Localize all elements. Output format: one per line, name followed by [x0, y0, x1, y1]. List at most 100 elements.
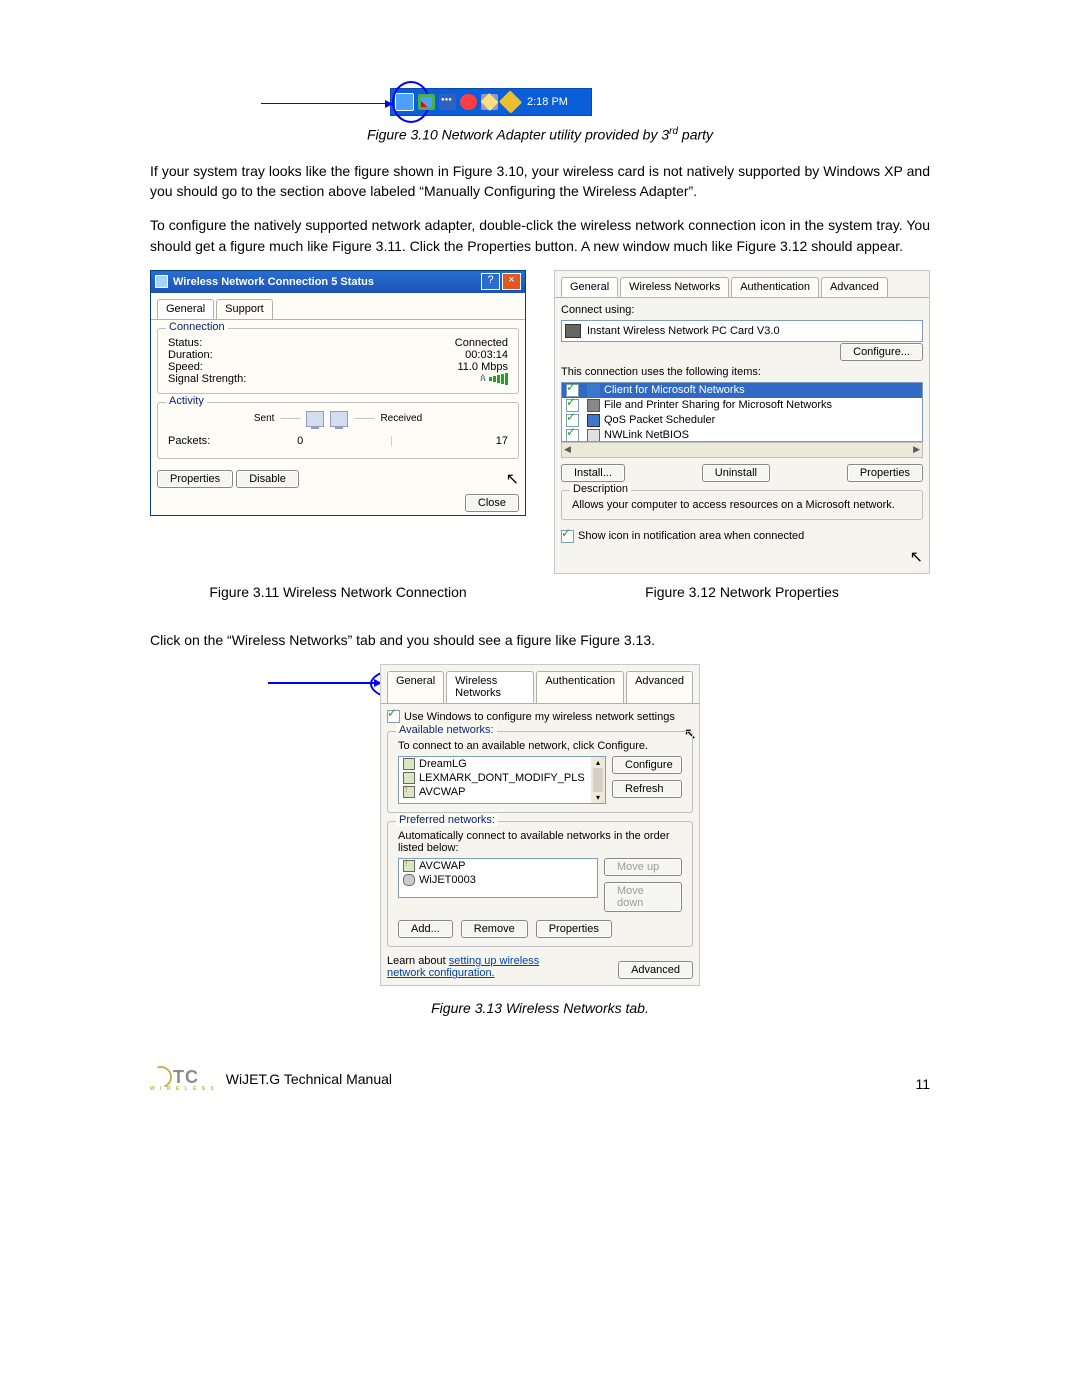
available-networks-list[interactable]: DreamLG LEXMARK_DONT_MODIFY_PLS AVCWAP ▴…	[398, 756, 606, 804]
received-label: Received	[380, 413, 422, 424]
signal-strength-icon: ጰ	[480, 373, 508, 385]
secure-antenna-icon	[403, 860, 415, 872]
packets-received: 17	[458, 435, 508, 447]
list-item: LEXMARK_DONT_MODIFY_PLS	[399, 771, 605, 785]
uninstall-button[interactable]: Uninstall	[702, 464, 770, 482]
scrollbar[interactable]: ◀▶	[561, 442, 923, 458]
paragraph: If your system tray looks like the figur…	[150, 161, 930, 202]
list-item: AVCWAP	[399, 785, 605, 799]
available-networks-label: Available networks:	[396, 724, 497, 736]
group-activity-label: Activity	[166, 395, 207, 407]
app-icon	[155, 275, 168, 288]
configure-button[interactable]: Configure...	[840, 343, 923, 361]
figure-3-13-window: General Wireless Networks Authentication…	[380, 664, 700, 986]
configure-button[interactable]: Configure	[612, 756, 682, 774]
client-icon	[587, 384, 600, 397]
move-down-button[interactable]: Move down	[604, 882, 682, 912]
tab-wireless-networks[interactable]: Wireless Networks	[446, 671, 534, 703]
learn-about-label: Learn about	[387, 955, 449, 967]
refresh-button[interactable]: Refresh	[612, 780, 682, 798]
list-item: File and Printer Sharing for Microsoft N…	[562, 398, 922, 413]
figure-3-11-caption: Figure 3.11 Wireless Network Connection	[150, 584, 526, 600]
preferred-hint: Automatically connect to available netwo…	[398, 830, 682, 854]
network-card-icon	[565, 324, 581, 338]
tray-icon[interactable]	[460, 94, 477, 110]
figure-3-12-window: General Wireless Networks Authentication…	[554, 270, 930, 574]
arrow-icon	[261, 103, 391, 104]
tab-general[interactable]: General	[561, 277, 618, 297]
cursor-icon: ↖	[910, 549, 923, 566]
install-button[interactable]: Install...	[561, 464, 625, 482]
connect-using-label: Connect using:	[561, 304, 923, 316]
tab-support[interactable]: Support	[216, 299, 273, 319]
show-icon-label: Show icon in notification area when conn…	[578, 530, 804, 542]
uses-items-label: This connection uses the following items…	[561, 366, 923, 378]
use-windows-label: Use Windows to configure my wireless net…	[404, 711, 675, 723]
use-windows-checkbox[interactable]	[387, 710, 400, 723]
duration-label: Duration:	[168, 349, 213, 361]
tab-wireless-networks[interactable]: Wireless Networks	[620, 277, 729, 297]
disable-button[interactable]: Disable	[236, 470, 299, 488]
paragraph: To configure the natively supported netw…	[150, 215, 930, 256]
tray-icon[interactable]	[439, 94, 456, 110]
available-hint: To connect to an available network, clic…	[398, 740, 682, 752]
tab-advanced[interactable]: Advanced	[626, 671, 693, 703]
list-item: DreamLG	[399, 757, 605, 771]
paragraph: Click on the “Wireless Networks” tab and…	[150, 630, 930, 650]
tab-advanced[interactable]: Advanced	[821, 277, 888, 297]
antenna-icon	[403, 772, 415, 784]
move-up-button[interactable]: Move up	[604, 858, 682, 876]
description-label: Description	[570, 483, 631, 495]
figure-3-10: 2:18 PM	[150, 80, 930, 120]
duration-value: 00:03:14	[465, 349, 508, 361]
speed-value: 11.0 Mbps	[457, 361, 508, 373]
help-button[interactable]: ?	[481, 273, 500, 290]
properties-button[interactable]: Properties	[847, 464, 923, 482]
tab-authentication[interactable]: Authentication	[731, 277, 819, 297]
monitor-icon	[306, 411, 324, 427]
tab-general[interactable]: General	[387, 671, 444, 703]
properties-button[interactable]: Properties	[157, 470, 233, 488]
items-listbox[interactable]: Client for Microsoft Networks File and P…	[561, 382, 923, 442]
advanced-button[interactable]: Advanced	[618, 961, 693, 979]
secure-antenna-icon	[403, 786, 415, 798]
close-button[interactable]: ×	[502, 273, 521, 290]
list-item: NWLink NetBIOS	[562, 428, 922, 442]
tray-icon[interactable]	[499, 90, 522, 113]
printer-icon	[587, 399, 600, 412]
tab-authentication[interactable]: Authentication	[536, 671, 624, 703]
cursor-icon: ↖	[506, 469, 519, 489]
tab-general[interactable]: General	[157, 299, 214, 319]
scrollbar[interactable]: ▴▾	[591, 757, 605, 803]
status-value: Connected	[455, 337, 508, 349]
list-item: Client for Microsoft Networks	[562, 383, 922, 398]
clock-label: 2:18 PM	[527, 96, 568, 108]
status-label: Status:	[168, 337, 202, 349]
remove-button[interactable]: Remove	[461, 920, 528, 938]
qos-icon	[587, 414, 600, 427]
arrow-icon	[268, 682, 380, 684]
list-item: QoS Packet Scheduler	[562, 413, 922, 428]
signal-label: Signal Strength:	[168, 373, 246, 385]
tray-icon[interactable]	[481, 94, 498, 110]
close-button[interactable]: Close	[465, 494, 519, 512]
page-number: 11	[915, 1076, 930, 1092]
packets-label: Packets:	[168, 435, 210, 447]
monitor-icon	[330, 411, 348, 427]
figure-3-12-caption: Figure 3.12 Network Properties	[554, 584, 930, 600]
figure-3-13-caption: Figure 3.13 Wireless Networks tab.	[150, 1000, 930, 1016]
group-connection-label: Connection	[166, 321, 228, 333]
description-text: Allows your computer to access resources…	[572, 499, 912, 511]
preferred-networks-list[interactable]: AVCWAP WiJET0003	[398, 858, 598, 898]
properties-button[interactable]: Properties	[536, 920, 612, 938]
sent-label: Sent	[254, 413, 275, 424]
tray-icon[interactable]	[418, 94, 435, 110]
checkbox-icon[interactable]	[566, 429, 579, 442]
figure-3-11-window: Wireless Network Connection 5 Status ? ×…	[150, 270, 526, 516]
show-icon-checkbox[interactable]	[561, 530, 574, 543]
window-title: Wireless Network Connection 5 Status	[173, 276, 481, 288]
adapter-field: Instant Wireless Network PC Card V3.0	[561, 320, 923, 342]
packets-sent: 0	[275, 435, 325, 447]
figure-3-10-caption: Figure 3.10 Network Adapter utility prov…	[150, 126, 930, 143]
add-button[interactable]: Add...	[398, 920, 453, 938]
